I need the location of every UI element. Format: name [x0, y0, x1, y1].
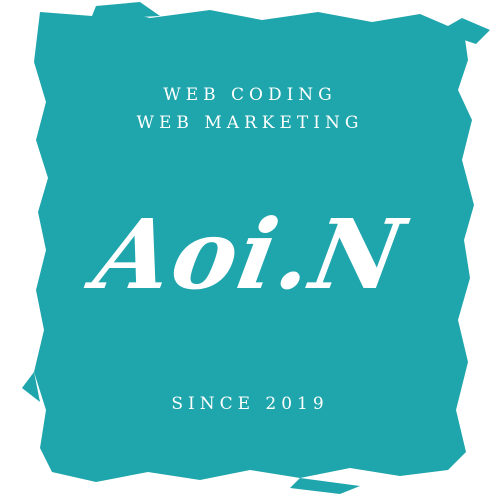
tagline-web-coding: WEB CODING	[163, 85, 337, 105]
since-year-label: SINCE 2019	[171, 394, 329, 414]
brush-stroke-bottom-edge	[290, 478, 360, 494]
logo-card: WEB CODING WEB MARKETING Aoi.N SINCE 201…	[0, 0, 500, 500]
brush-stroke-right-edge	[462, 18, 490, 44]
brand-name: Aoi.N	[87, 198, 414, 311]
brand-logo: Aoi.N	[0, 190, 500, 330]
tagline-web-marketing: WEB MARKETING	[136, 113, 364, 133]
